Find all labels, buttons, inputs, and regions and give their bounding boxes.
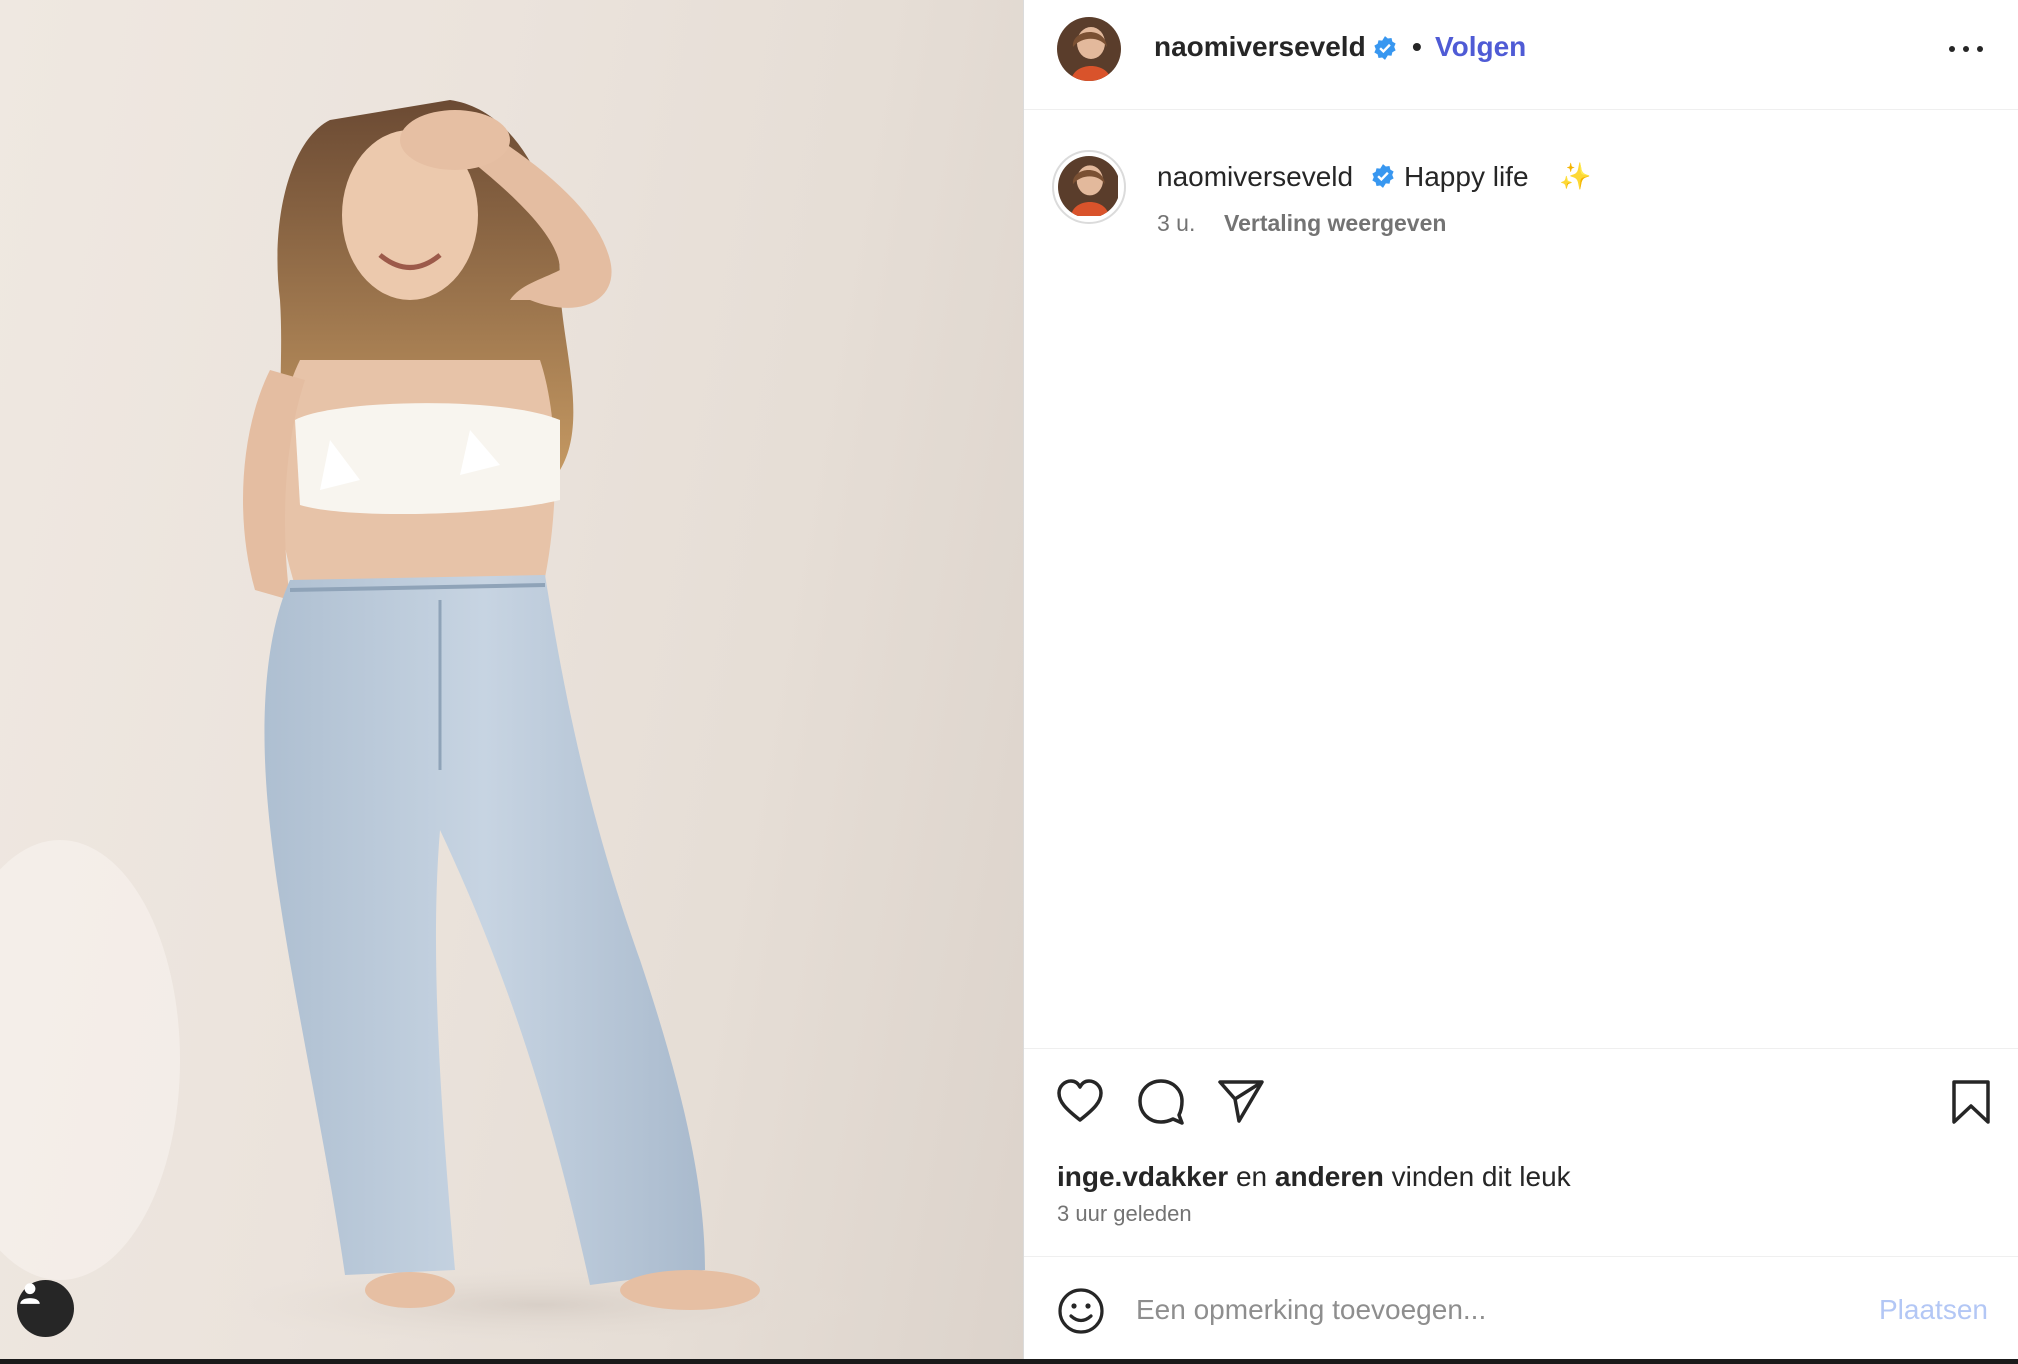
likes-joiner: en [1235,1161,1268,1192]
more-dot [1949,46,1955,52]
more-dot [1977,46,1983,52]
avatar-image [1058,156,1118,216]
translate-link[interactable]: Vertaling weergeven [1224,210,1446,237]
likes-suffix: vinden dit leuk [1391,1161,1571,1192]
comment-bar: Plaatsen [1024,1256,2018,1364]
avatar[interactable] [1057,17,1121,81]
likes-summary: inge.vdakker en anderen vinden dit leuk [1057,1161,1571,1193]
smiley-icon[interactable] [1057,1287,1105,1340]
more-dot [1963,46,1969,52]
post-details-panel: naomiverseveld • Volgen naomiverseveld H… [1023,0,2018,1364]
post-header: naomiverseveld • Volgen [1024,0,2018,110]
post-photo-illustration [0,100,860,1345]
bookmark-icon[interactable] [1950,1079,1992,1130]
caption-username[interactable]: naomiverseveld [1157,161,1353,193]
header-username[interactable]: naomiverseveld [1154,31,1366,63]
post-timestamp[interactable]: 3 uur geleden [1057,1201,1192,1227]
avatar-image [1057,17,1121,81]
caption-timestamp[interactable]: 3 u. [1157,210,1195,237]
comment-bubble-icon[interactable] [1137,1079,1185,1130]
post-comment-button[interactable]: Plaatsen [1879,1294,1988,1326]
user-tag-icon [20,1283,40,1304]
follow-button[interactable]: Volgen [1435,31,1526,63]
verified-badge-icon [1370,163,1396,194]
post-photo[interactable] [0,0,1023,1364]
paper-plane-icon[interactable] [1217,1079,1265,1128]
likes-others-link[interactable]: anderen [1275,1161,1384,1192]
more-options-icon[interactable] [1949,36,1983,62]
comment-input[interactable] [1136,1285,1836,1335]
verified-badge-icon [1372,35,1398,66]
sparkles-emoji: ✨ [1559,161,1592,191]
action-bar [1024,1048,2018,1125]
heart-icon[interactable] [1056,1079,1104,1128]
caption-avatar[interactable] [1052,150,1126,224]
window-bottom-edge [0,1359,2018,1364]
separator-dot: • [1412,31,1422,62]
user-tag-button[interactable] [17,1280,74,1337]
liker-username[interactable]: inge.vdakker [1057,1161,1228,1192]
caption-text: Happy life [1404,161,1529,192]
